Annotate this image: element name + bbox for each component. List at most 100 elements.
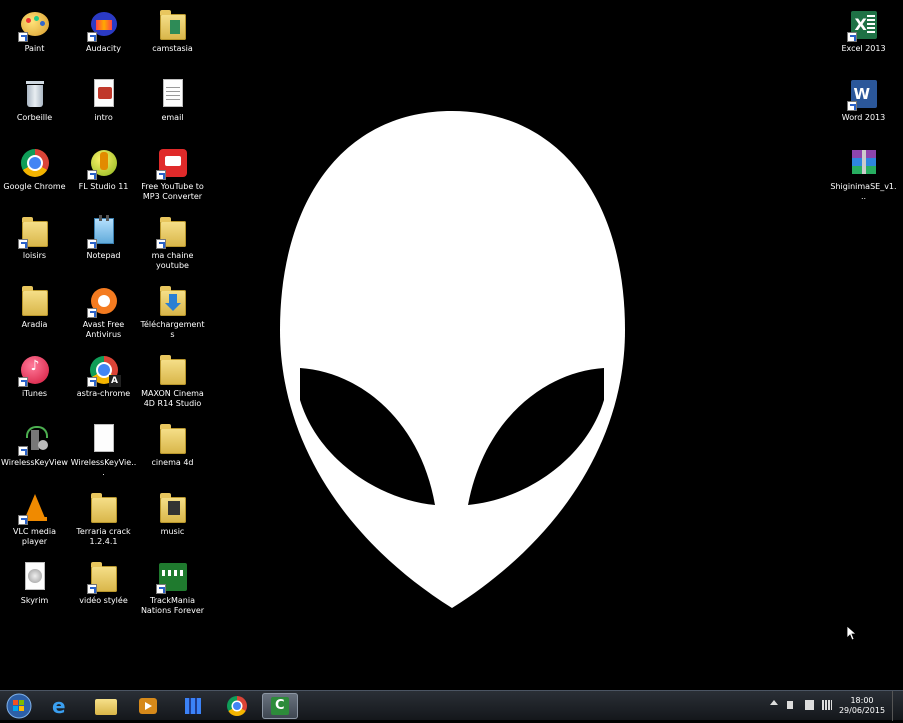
desktop-icon-label: Avast Free Antivirus	[82, 320, 125, 339]
desktop-icon-label: ShiginimaSE_v1...	[830, 182, 897, 201]
action-center-flag-icon[interactable]	[805, 700, 814, 710]
notepad-icon	[86, 215, 121, 249]
desktop-icon-label: WirelessKeyVie...	[70, 458, 137, 477]
desktop-icon-paint[interactable]: Paint	[0, 4, 69, 54]
skyrim-icon	[18, 560, 52, 594]
winrar-archive-icon	[847, 146, 881, 180]
chrome-icon	[18, 146, 52, 180]
taskbar-file-explorer[interactable]	[88, 693, 124, 719]
folder-icon	[156, 422, 190, 456]
youtube-converter-icon	[155, 146, 190, 180]
desktop-icon-wirelesskeyview[interactable]: WirelessKeyView	[0, 418, 69, 468]
taskbar-media-player[interactable]	[130, 693, 166, 719]
network-icon[interactable]	[822, 700, 832, 710]
desktop-icon-ma-chaine-youtube[interactable]: ma chaine youtube	[138, 211, 207, 271]
wireless-key-icon	[17, 422, 52, 456]
desktop-icon-label: cinema 4d	[151, 458, 194, 467]
grid-icon	[185, 698, 201, 714]
paint-icon	[17, 8, 52, 42]
desktop-icon-word-2013[interactable]: W Word 2013	[829, 73, 898, 123]
taskbar-google-chrome[interactable]	[219, 693, 255, 719]
desktop-icon-label: Google Chrome	[3, 182, 66, 191]
desktop-icon-label: Notepad	[86, 251, 121, 260]
desktop-icon-excel-2013[interactable]: X Excel 2013	[829, 4, 898, 54]
desktop-icon-email[interactable]: email	[138, 73, 207, 123]
desktop-icon-notepad[interactable]: Notepad	[69, 211, 138, 261]
desktop-icon-google-chrome[interactable]: Google Chrome	[0, 142, 69, 192]
desktop-icon-trackmania[interactable]: TrackMania Nations Forever	[138, 556, 207, 616]
desktop-icon-label: Excel 2013	[841, 44, 886, 53]
desktop-icon-label: intro	[94, 113, 113, 122]
video-file-icon	[87, 77, 121, 111]
desktop-icon-audacity[interactable]: Audacity	[69, 4, 138, 54]
desktop-icon-itunes[interactable]: ♪ iTunes	[0, 349, 69, 399]
desktop-icon-skyrim[interactable]: Skyrim	[0, 556, 69, 606]
clock[interactable]: 18:00 29/06/2015	[837, 696, 887, 716]
tray-expand-icon[interactable]	[770, 700, 778, 705]
desktop-icon-maxon-cinema-4d[interactable]: MAXON Cinema 4D R14 Studio	[138, 349, 207, 409]
desktop-icon-label: email	[161, 113, 184, 122]
folder-icon	[18, 284, 52, 318]
folder-icon	[156, 353, 190, 387]
avast-icon	[86, 284, 121, 318]
chrome-icon: A	[86, 353, 121, 387]
desktop-icon-telechargements[interactable]: Téléchargements	[138, 280, 207, 340]
excel-icon: X	[846, 8, 881, 42]
desktop-icon-terraria-crack[interactable]: Terraria crack 1.2.4.1	[69, 487, 138, 547]
blank-file-icon	[87, 422, 121, 456]
desktop-icon-label: VLC media player	[13, 527, 56, 546]
desktop-icon-label: Paint	[24, 44, 45, 53]
desktop-icon-intro[interactable]: intro	[69, 73, 138, 123]
recycle-bin-icon	[18, 77, 52, 111]
desktop-icon-label: Téléchargements	[140, 320, 205, 339]
fl-studio-icon	[86, 146, 121, 180]
desktop-icon-avast[interactable]: Avast Free Antivirus	[69, 280, 138, 340]
desktop-icon-vlc[interactable]: VLC media player	[0, 487, 69, 547]
itunes-icon: ♪	[17, 353, 52, 387]
desktop-icon-label: loisirs	[22, 251, 47, 260]
folder-icon	[95, 699, 117, 715]
show-desktop-button[interactable]	[892, 691, 903, 721]
desktop-icon-label: MAXON Cinema 4D R14 Studio	[141, 389, 204, 408]
windows-orb-icon	[6, 693, 32, 719]
desktop-icon-shiginima[interactable]: ShiginimaSE_v1...	[829, 142, 898, 202]
vlc-cone-icon	[17, 491, 52, 525]
desktop-icon-wirelesskeyview-file[interactable]: WirelessKeyVie...	[69, 418, 138, 478]
music-folder-icon	[156, 491, 190, 525]
desktop-icon-label: ma chaine youtube	[151, 251, 194, 270]
clock-time: 18:00	[850, 696, 874, 705]
desktop: Paint Corbeille Google Chrome loisirs Ar…	[0, 0, 903, 690]
taskbar-internet-explorer[interactable]: e	[44, 693, 80, 719]
internet-explorer-icon: e	[52, 694, 66, 718]
downloads-folder-icon	[156, 284, 190, 318]
desktop-icon-fl-studio[interactable]: FL Studio 11	[69, 142, 138, 192]
volume-icon[interactable]	[787, 701, 793, 709]
desktop-icon-cinema-4d[interactable]: cinema 4d	[138, 418, 207, 468]
desktop-icon-recycle-bin[interactable]: Corbeille	[0, 73, 69, 123]
desktop-icon-aradia[interactable]: Aradia	[0, 280, 69, 330]
clock-date: 29/06/2015	[838, 706, 886, 715]
taskbar-app-grid[interactable]	[175, 693, 211, 719]
folder-icon	[86, 560, 121, 594]
desktop-icon-video-stylee[interactable]: vidéo stylée	[69, 556, 138, 606]
text-file-icon	[156, 77, 190, 111]
taskbar: e C 18:00 29/06/2015	[0, 690, 903, 721]
desktop-icon-astra-chrome[interactable]: A astra-chrome	[69, 349, 138, 399]
taskbar-camtasia[interactable]: C	[262, 693, 298, 719]
desktop-icon-loisirs[interactable]: loisirs	[0, 211, 69, 261]
start-button[interactable]	[4, 693, 34, 719]
desktop-icon-label: FL Studio 11	[78, 182, 129, 191]
word-icon: W	[846, 77, 881, 111]
desktop-icon-label: Terraria crack 1.2.4.1	[76, 527, 131, 546]
folder-icon	[87, 491, 121, 525]
audacity-icon	[86, 8, 121, 42]
desktop-icon-label: music	[160, 527, 185, 536]
desktop-icon-music[interactable]: music	[138, 487, 207, 537]
desktop-icon-free-youtube-mp3[interactable]: Free YouTube to MP3 Converter	[138, 142, 207, 202]
desktop-icon-camstasia[interactable]: camstasia	[138, 4, 207, 54]
desktop-icon-label: Skyrim	[20, 596, 49, 605]
desktop-icon-label: astra-chrome	[76, 389, 131, 398]
desktop-icon-label: camstasia	[152, 44, 193, 53]
folder-icon	[155, 215, 190, 249]
desktop-icon-label: Corbeille	[16, 113, 53, 122]
